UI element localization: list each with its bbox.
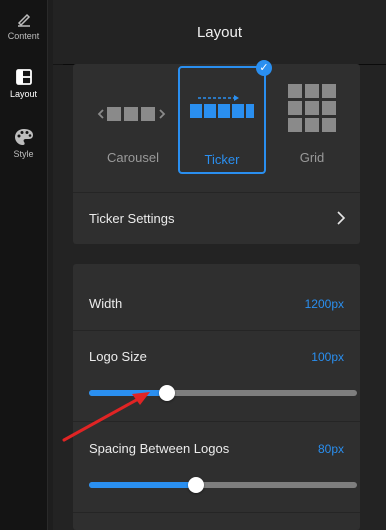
page-title: Layout	[196, 24, 243, 41]
slider-fill	[89, 482, 197, 488]
settings-card: Width 1200px Logo Size 100px Spacing Bet…	[73, 264, 360, 530]
panel-header: Layout	[53, 0, 386, 65]
ticker-icon	[190, 95, 254, 118]
layout-option-grid[interactable]: Grid	[268, 66, 356, 174]
pencil-icon	[17, 13, 30, 27]
layout-option-ticker[interactable]: ✓ Ticker	[178, 60, 272, 174]
spacing-value: 80px	[317, 442, 344, 456]
chevron-right-icon	[337, 211, 346, 225]
width-label: Width	[89, 296, 123, 311]
ticker-settings-label: Ticker Settings	[89, 211, 175, 226]
sidebar-item-label: Content	[7, 31, 40, 41]
sidebar-item-style[interactable]: Style	[0, 128, 47, 159]
logo-size-row: Logo Size 100px	[73, 331, 360, 421]
slider-thumb[interactable]	[188, 477, 205, 493]
slider-thumb[interactable]	[158, 385, 175, 401]
layout-icon	[15, 69, 32, 85]
slider-fill	[89, 390, 167, 396]
width-value[interactable]: 1200px	[305, 297, 344, 311]
sidebar-item-layout[interactable]: Layout	[0, 68, 47, 99]
logo-size-slider[interactable]	[89, 385, 357, 401]
spacing-label: Spacing Between Logos	[89, 441, 230, 456]
spacing-row: Spacing Between Logos 80px	[73, 422, 360, 512]
layout-panel: Layout Carousel ✓ Ticker Grid Ticker Set…	[53, 0, 386, 530]
layout-type-card: Carousel ✓ Ticker Grid Ticker Settings	[73, 60, 360, 244]
sidebar-item-label: Style	[13, 149, 34, 159]
palette-icon	[14, 129, 33, 145]
logo-size-label: Logo Size	[89, 349, 147, 364]
option-label: Carousel	[106, 150, 160, 165]
ticker-settings-row[interactable]: Ticker Settings	[73, 193, 360, 244]
sidebar-item-content[interactable]: Content	[0, 10, 47, 41]
divider	[73, 512, 360, 513]
option-label: Ticker	[204, 152, 240, 167]
option-label: Grid	[299, 150, 325, 165]
grid-icon	[288, 84, 336, 132]
sidebar-item-label: Layout	[9, 89, 38, 99]
carousel-icon	[97, 107, 166, 121]
width-row: Width 1200px	[73, 264, 360, 330]
spacing-slider[interactable]	[89, 477, 357, 493]
logo-size-value: 100px	[311, 350, 344, 364]
sidebar: Content Layout Style	[0, 0, 48, 530]
layout-option-carousel[interactable]: Carousel	[89, 66, 177, 174]
